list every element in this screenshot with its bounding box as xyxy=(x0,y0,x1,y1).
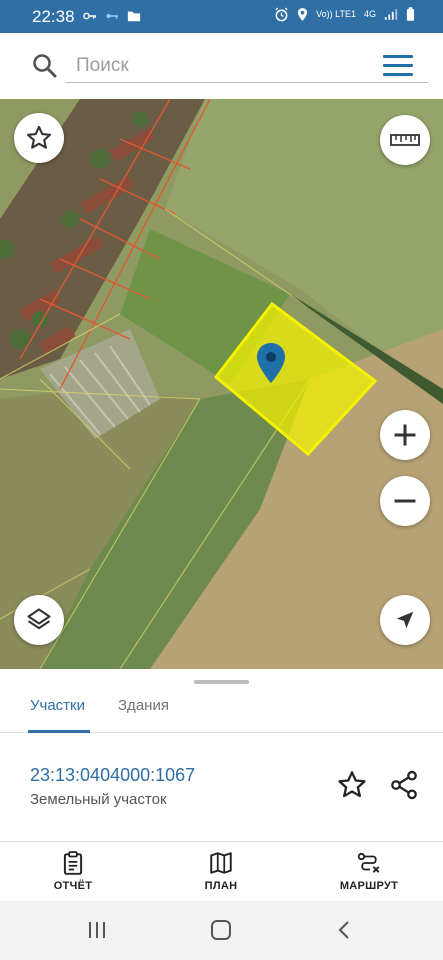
network-type: 4G xyxy=(363,9,376,19)
zoom-out-icon xyxy=(394,499,416,503)
sheet-drag-handle[interactable] xyxy=(194,680,249,684)
share-icon[interactable] xyxy=(388,769,420,801)
nav-report-label: ОТЧЁТ xyxy=(53,880,93,892)
home-icon[interactable] xyxy=(210,919,232,941)
satellite-map[interactable] xyxy=(0,99,443,669)
zoom-in-icon xyxy=(394,424,416,446)
zoom-out-button[interactable] xyxy=(380,476,430,526)
route-icon xyxy=(357,852,380,873)
status-time: 22:38 xyxy=(32,7,75,26)
signal-icon xyxy=(384,9,398,20)
ruler-button[interactable] xyxy=(380,115,430,165)
bottom-navigation: ОТЧЁТ ПЛАН МАРШРУТ xyxy=(0,841,443,901)
nav-plan-label: ПЛАН xyxy=(204,880,238,892)
parcel-sheet: Участки Здания 23:13:0404000:1067 Земель… xyxy=(0,669,443,841)
tab-buildings[interactable]: Здания xyxy=(118,693,169,718)
search-icon[interactable] xyxy=(32,53,58,79)
folder-icon xyxy=(127,11,141,22)
cadastral-number[interactable]: 23:13:0404000:1067 xyxy=(30,765,195,786)
layers-button[interactable] xyxy=(14,595,64,645)
nav-route-label: МАРШРУТ xyxy=(339,880,399,892)
system-navigation-bar xyxy=(0,901,443,960)
ruler-icon xyxy=(390,134,420,146)
navigate-button[interactable] xyxy=(380,595,430,645)
back-icon[interactable] xyxy=(334,919,356,941)
favorite-star-icon xyxy=(26,125,52,149)
map-icon xyxy=(210,852,232,874)
status-right-icons: Vo)) LTE1 4G xyxy=(274,7,415,22)
location-icon xyxy=(298,8,308,21)
layers-icon xyxy=(27,608,51,630)
status-left-icons xyxy=(83,9,141,23)
map-view[interactable] xyxy=(0,99,443,669)
battery-icon xyxy=(406,7,415,21)
tab-parcels[interactable]: Участки xyxy=(30,693,85,718)
star-icon[interactable] xyxy=(336,769,368,801)
zoom-in-button[interactable] xyxy=(380,410,430,460)
recent-apps-icon[interactable] xyxy=(86,919,108,941)
clipboard-icon xyxy=(63,851,83,875)
key-icon xyxy=(83,12,97,20)
navigate-arrow-icon xyxy=(396,611,414,629)
wifi-key-icon xyxy=(106,13,119,19)
network-label: Vo)) LTE1 xyxy=(316,9,356,19)
status-bar: 22:38 Vo)) LTE1 4G xyxy=(0,0,443,33)
nav-report[interactable]: ОТЧЁТ xyxy=(28,850,118,892)
favorite-star-button[interactable] xyxy=(14,113,64,163)
search-input[interactable] xyxy=(66,49,428,83)
nav-plan[interactable]: ПЛАН xyxy=(176,850,266,892)
sheet-tabs: Участки Здания xyxy=(0,687,443,733)
active-tab-indicator xyxy=(28,730,90,733)
search-bar xyxy=(0,33,443,99)
nav-route[interactable]: МАРШРУТ xyxy=(324,850,414,892)
parcel-type: Земельный участок xyxy=(30,791,167,808)
menu-icon[interactable] xyxy=(383,55,413,77)
alarm-icon xyxy=(275,7,288,22)
